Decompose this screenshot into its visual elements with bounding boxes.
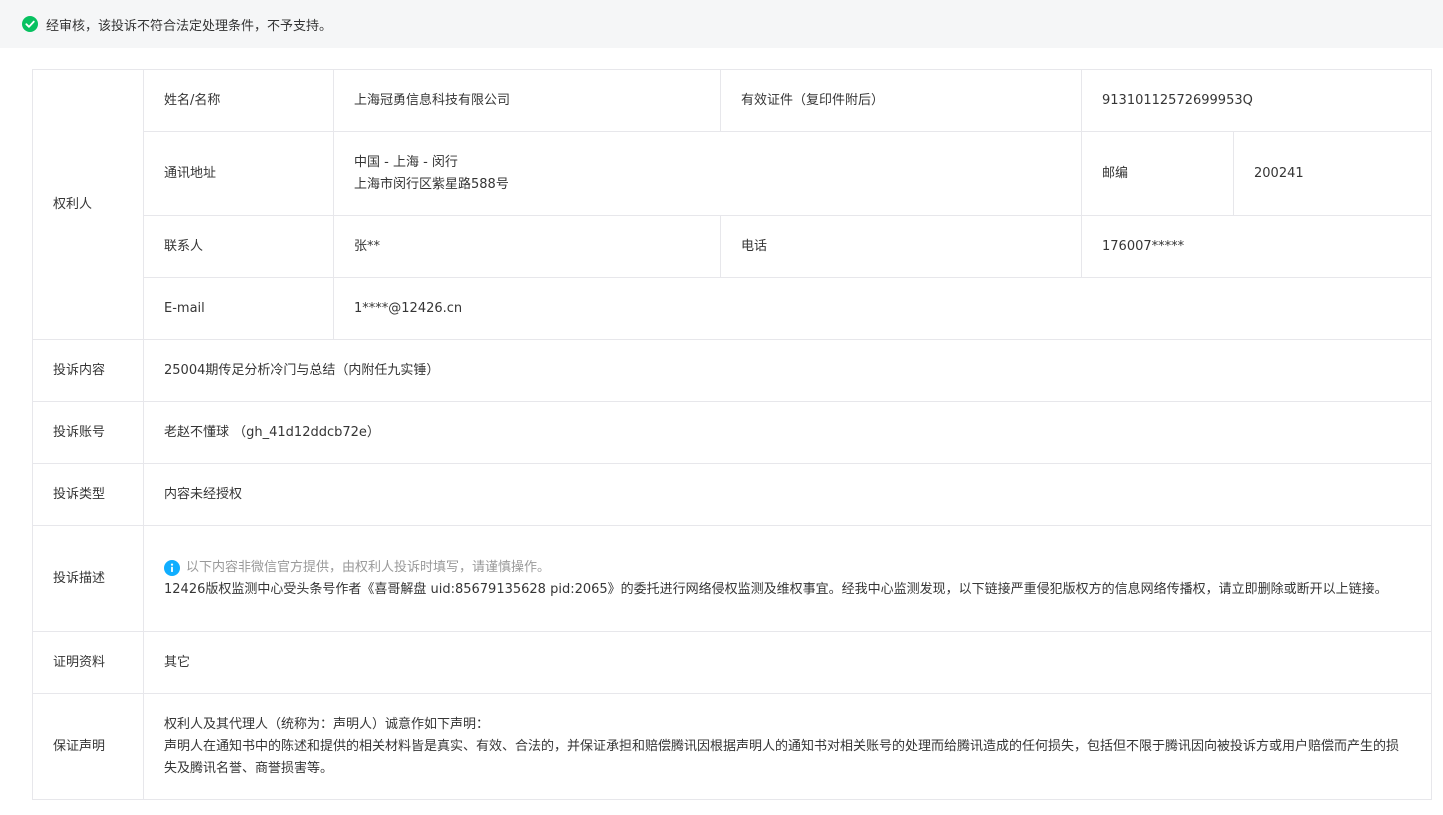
desc-tip: 以下内容非微信官方提供，由权利人投诉时填写，请谨慎操作。 (164, 557, 1411, 579)
cert-value: 91310112572699953Q (1081, 69, 1432, 132)
table-row: 投诉内容 25004期传足分析冷门与总结（内附任九实锤） (32, 339, 1432, 402)
content-value: 25004期传足分析冷门与总结（内附任九实锤） (143, 339, 1432, 402)
address-label: 通讯地址 (143, 131, 334, 216)
address-value: 中国 - 上海 - 闵行 上海市闵行区紫星路588号 (333, 131, 1082, 216)
desc-label: 投诉描述 (32, 525, 144, 632)
table-row: 保证声明 权利人及其代理人（统称为：声明人）诚意作如下声明： 声明人在通知书中的… (32, 693, 1432, 800)
guarantee-cell: 权利人及其代理人（统称为：声明人）诚意作如下声明： 声明人在通知书中的陈述和提供… (143, 693, 1432, 800)
desc-tip-text: 以下内容非微信官方提供，由权利人投诉时填写，请谨慎操作。 (186, 559, 551, 575)
guarantee-label: 保证声明 (32, 693, 144, 800)
table-row: 证明资料 其它 (32, 631, 1432, 694)
type-label: 投诉类型 (32, 463, 144, 526)
info-icon (164, 559, 180, 576)
email-value: 1****@12426.cn (333, 277, 1432, 340)
email-label: E-mail (143, 277, 334, 340)
contact-value: 张** (333, 215, 721, 278)
section-label-rights-holder: 权利人 (32, 69, 144, 340)
desc-cell: 以下内容非微信官方提供，由权利人投诉时填写，请谨慎操作。 12426版权监测中心… (143, 525, 1432, 632)
address-line-2: 上海市闵行区紫星路588号 (354, 176, 509, 192)
type-value: 内容未经授权 (143, 463, 1432, 526)
content-label: 投诉内容 (32, 339, 144, 402)
guarantee-line-1: 权利人及其代理人（统称为：声明人）诚意作如下声明： (164, 716, 490, 732)
contact-label: 联系人 (143, 215, 334, 278)
complaint-detail-table: 权利人 姓名/名称 上海冠勇信息科技有限公司 有效证件（复印件附后） 91310… (32, 69, 1432, 800)
guarantee-line-2: 声明人在通知书中的陈述和提供的相关材料皆是真实、有效、合法的，并保证承担和赔偿腾… (164, 738, 1400, 776)
table-row: 投诉描述 以下内容非微信官方提供，由权利人投诉时填写，请谨慎操作。 12426版… (32, 525, 1432, 632)
table-row: 通讯地址 中国 - 上海 - 闵行 上海市闵行区紫星路588号 邮编 20024… (33, 131, 1432, 216)
postcode-label: 邮编 (1081, 131, 1234, 216)
name-label: 姓名/名称 (143, 69, 334, 132)
table-row: 投诉类型 内容未经授权 (32, 463, 1432, 526)
postcode-value: 200241 (1233, 131, 1432, 216)
check-circle-icon (22, 16, 38, 32)
status-notice: 经审核，该投诉不符合法定处理条件，不予支持。 (0, 0, 1443, 48)
desc-value: 12426版权监测中心受头条号作者《喜哥解盘 uid:85679135628 p… (164, 581, 1388, 597)
evidence-value: 其它 (143, 631, 1432, 694)
address-line-1: 中国 - 上海 - 闵行 (354, 154, 458, 170)
account-label: 投诉账号 (32, 401, 144, 464)
evidence-label: 证明资料 (32, 631, 144, 694)
name-value: 上海冠勇信息科技有限公司 (333, 69, 721, 132)
table-row: E-mail 1****@12426.cn (33, 277, 1432, 340)
phone-label: 电话 (720, 215, 1082, 278)
status-notice-text: 经审核，该投诉不符合法定处理条件，不予支持。 (46, 18, 333, 34)
table-row: 投诉账号 老赵不懂球 （gh_41d12ddcb72e） (32, 401, 1432, 464)
table-row: 权利人 姓名/名称 上海冠勇信息科技有限公司 有效证件（复印件附后） 91310… (32, 69, 1432, 340)
phone-value: 176007***** (1081, 215, 1432, 278)
account-value: 老赵不懂球 （gh_41d12ddcb72e） (143, 401, 1432, 464)
table-row: 联系人 张** 电话 176007***** (33, 215, 1432, 278)
cert-label: 有效证件（复印件附后） (720, 69, 1082, 132)
